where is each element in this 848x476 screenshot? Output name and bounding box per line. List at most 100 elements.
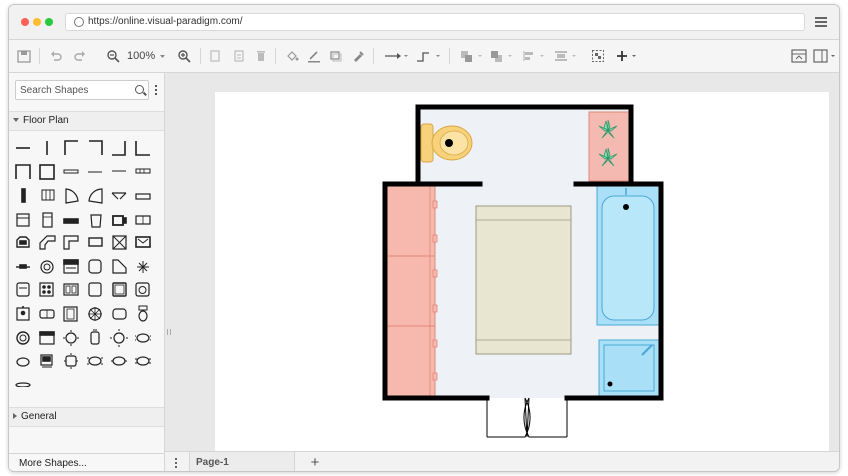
bathtub-shape[interactable]: [596, 185, 660, 326]
bar-shape-icon[interactable]: [63, 218, 79, 224]
copy-icon[interactable]: [209, 47, 221, 65]
zoom-level[interactable]: 100%: [127, 48, 155, 64]
zoom-dropdown-icon[interactable]: [159, 47, 166, 65]
table-four-chairs-shape-icon[interactable]: [110, 329, 128, 347]
page-options-icon[interactable]: [175, 458, 177, 470]
search-shapes-box[interactable]: [15, 80, 149, 100]
washer-shape-icon[interactable]: [135, 282, 150, 297]
bathtub-corner-shape-icon[interactable]: [112, 259, 127, 274]
section-general[interactable]: General: [9, 407, 164, 427]
more-shapes-button[interactable]: More Shapes...: [9, 453, 164, 471]
round-table-shape-icon[interactable]: [40, 260, 54, 274]
align-icon[interactable]: [521, 47, 547, 65]
delete-icon[interactable]: [255, 47, 267, 65]
waypoint-icon[interactable]: [415, 47, 441, 65]
monitor-shape-icon[interactable]: [88, 237, 103, 247]
dining-table-shape-icon[interactable]: [16, 357, 30, 367]
undo-icon[interactable]: [49, 47, 63, 65]
plants-shape[interactable]: [588, 111, 630, 182]
door-reverse-shape-icon[interactable]: [88, 188, 103, 204]
line-color-icon[interactable]: [307, 47, 321, 65]
mail-shape-icon[interactable]: [135, 236, 151, 248]
wall-thick-shape-icon[interactable]: [63, 169, 79, 174]
sidebar-resize-handle[interactable]: [167, 329, 171, 335]
square-sink-shape-icon[interactable]: [112, 282, 127, 297]
to-back-icon[interactable]: [489, 47, 515, 65]
close-window-dot[interactable]: [21, 18, 29, 26]
redo-icon[interactable]: [73, 47, 87, 65]
save-icon[interactable]: [17, 47, 31, 65]
add-page-icon[interactable]: +: [307, 455, 323, 471]
format-painter-icon[interactable]: [351, 47, 365, 65]
wall-corner-shape-icon[interactable]: [64, 140, 78, 155]
trash-can-shape-icon[interactable]: [90, 214, 102, 228]
conference-table-shape-icon[interactable]: [135, 356, 151, 366]
box-cross-shape-icon[interactable]: [112, 235, 127, 250]
sink-shape-icon[interactable]: [88, 282, 102, 297]
distribute-icon[interactable]: [553, 47, 579, 65]
zoom-out-icon[interactable]: [106, 47, 120, 65]
zoom-in-icon[interactable]: [177, 47, 191, 65]
to-front-icon[interactable]: [459, 47, 485, 65]
double-door-shape[interactable]: [486, 397, 568, 438]
desk-chair-shape-icon[interactable]: [16, 306, 30, 321]
l-desk-shape-icon[interactable]: [63, 235, 79, 250]
library-options-icon[interactable]: [155, 85, 157, 97]
page-tab-1[interactable]: Page-1: [189, 452, 295, 471]
bookshelf-shape-icon[interactable]: [135, 215, 151, 225]
paste-icon[interactable]: [233, 47, 245, 65]
bathtub-round-shape-icon[interactable]: [16, 331, 30, 345]
wall-corner-shape-icon[interactable]: [89, 140, 103, 155]
address-bar[interactable]: https://online.visual-paradigm.com/: [65, 13, 805, 31]
chair-round-shape-icon[interactable]: [63, 330, 79, 346]
wall-post-shape-icon[interactable]: [21, 188, 26, 203]
rug-shape[interactable]: [475, 205, 572, 355]
counter-shape-icon[interactable]: [16, 264, 30, 269]
loveseat-shape-icon[interactable]: [112, 308, 127, 320]
toilet-shape[interactable]: [420, 123, 473, 163]
sliding-door-shape-icon[interactable]: [135, 193, 151, 200]
wall-corner-shape-icon[interactable]: [135, 141, 150, 156]
table-octagon-shape-icon[interactable]: [111, 356, 127, 366]
room-shape-icon[interactable]: [39, 164, 55, 180]
shower-shape-icon[interactable]: [63, 306, 78, 322]
stair-block-shape-icon[interactable]: [41, 189, 55, 201]
section-floor-plan[interactable]: Floor Plan: [9, 111, 164, 131]
diagram-canvas-area[interactable]: [165, 73, 839, 452]
corner-desk-shape-icon[interactable]: [39, 235, 56, 250]
chair-shape-icon[interactable]: [88, 259, 102, 274]
armchair-shape-icon[interactable]: [16, 282, 30, 297]
table-six-chairs-shape-icon[interactable]: [64, 353, 78, 369]
wall-corner-shape-icon[interactable]: [112, 141, 126, 156]
double-door-shape-icon[interactable]: [111, 192, 127, 200]
stairs-shape-icon[interactable]: [135, 168, 151, 174]
printer-shape-icon[interactable]: [16, 236, 30, 248]
sofa-shape-icon[interactable]: [39, 309, 55, 319]
room-u-shape-icon[interactable]: [15, 164, 31, 179]
maximize-window-dot[interactable]: [45, 18, 53, 26]
cabinet-shape-icon[interactable]: [16, 213, 30, 227]
double-sink-shape-icon[interactable]: [63, 283, 79, 296]
sofa-shape[interactable]: [386, 185, 438, 397]
panel-toggle-icon[interactable]: [791, 47, 807, 65]
connector-icon[interactable]: [383, 47, 409, 65]
shadow-icon[interactable]: [329, 47, 343, 65]
toilet-shape-icon[interactable]: [138, 305, 148, 322]
range-shape-icon[interactable]: [63, 259, 79, 274]
floor-plan-diagram[interactable]: [215, 92, 829, 452]
refrigerator-shape-icon[interactable]: [42, 212, 53, 228]
table-oval-chairs-shape-icon[interactable]: [87, 356, 103, 366]
door-shape-icon[interactable]: [65, 188, 79, 204]
search-icon[interactable]: [135, 85, 144, 94]
search-shapes-input[interactable]: [16, 81, 136, 99]
diagram-page[interactable]: [215, 92, 829, 452]
table-round-chairs-shape-icon[interactable]: [88, 307, 102, 321]
minimize-window-dot[interactable]: [33, 18, 41, 26]
stove-shape-icon[interactable]: [39, 282, 54, 297]
desk-drawers-shape-icon[interactable]: [39, 331, 55, 345]
chair-rect-shape-icon[interactable]: [90, 329, 100, 345]
copier-shape-icon[interactable]: [112, 215, 127, 226]
group-icon[interactable]: [591, 47, 605, 65]
plant-shape-icon[interactable]: [137, 261, 149, 273]
layout-icon[interactable]: [813, 47, 837, 65]
